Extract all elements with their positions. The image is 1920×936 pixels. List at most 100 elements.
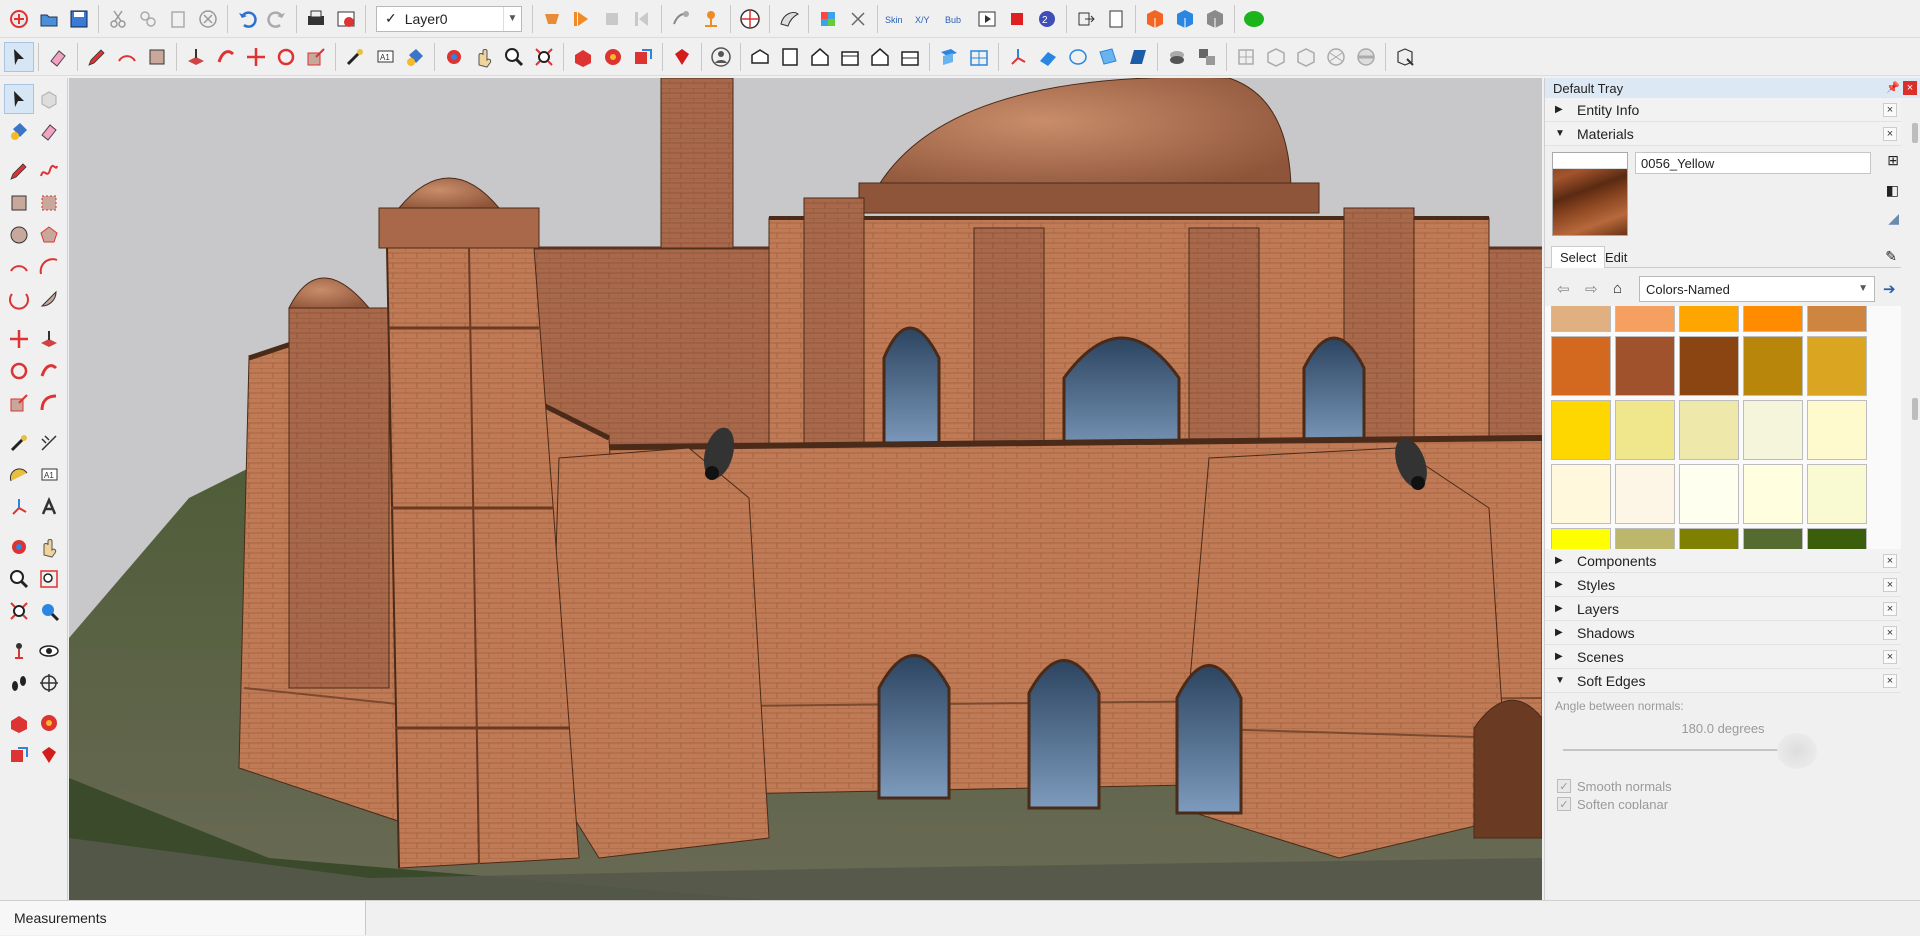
close-panel-icon[interactable]: × [1883, 602, 1897, 616]
back-arrow-icon[interactable]: ⇦ [1557, 280, 1570, 298]
two-point-arc-tool-icon[interactable] [34, 252, 64, 282]
ruby-icon[interactable] [667, 42, 697, 72]
move-icon[interactable] [241, 42, 271, 72]
movie-icon[interactable] [972, 4, 1002, 34]
play-icon[interactable] [567, 4, 597, 34]
shadows-icon[interactable] [1291, 42, 1321, 72]
material-swatch-cell[interactable] [1679, 464, 1739, 524]
tab-edit[interactable]: Edit [1597, 246, 1635, 268]
xray-view-icon[interactable] [1231, 42, 1261, 72]
layer-selector[interactable]: ✓ Layer0 ▼ [376, 5, 522, 32]
pencil-icon[interactable] [82, 42, 112, 72]
green-blob-icon[interactable] [1239, 4, 1269, 34]
model-viewport[interactable] [69, 78, 1542, 900]
scale-tool-icon[interactable] [4, 388, 34, 418]
model-info-icon[interactable] [331, 4, 361, 34]
rotate-icon[interactable] [271, 42, 301, 72]
zoom-icon[interactable] [499, 42, 529, 72]
push-pull-tool-icon[interactable] [34, 324, 64, 354]
line-tool-icon[interactable] [4, 156, 34, 186]
account-icon[interactable] [706, 42, 736, 72]
shaded-icon[interactable] [1123, 42, 1153, 72]
material-swatch-cell[interactable] [1615, 306, 1675, 332]
smooth-normals-checkbox[interactable]: ✓ [1557, 779, 1571, 793]
extension-warehouse-tool-icon[interactable] [34, 708, 64, 738]
arc-icon[interactable] [112, 42, 142, 72]
left-view-icon[interactable] [895, 42, 925, 72]
zoom-window-tool-icon[interactable] [34, 564, 64, 594]
material-swatch-cell[interactable] [1743, 306, 1803, 332]
angle-slider[interactable] [1563, 749, 1783, 751]
tape-measure-tool-icon[interactable] [4, 428, 34, 458]
redo-icon[interactable] [262, 4, 292, 34]
hidden-line-icon[interactable] [1093, 42, 1123, 72]
getting-started-icon[interactable] [4, 4, 34, 34]
push-pull-icon[interactable] [181, 42, 211, 72]
rotated-rectangle-tool-icon[interactable] [34, 188, 64, 218]
protractor-tool-icon[interactable] [4, 460, 34, 490]
material-swatch-cell[interactable] [1807, 464, 1867, 524]
sandbox-icon[interactable] [774, 4, 804, 34]
rotate-tool-icon[interactable] [4, 356, 34, 386]
fog-icon[interactable] [1321, 42, 1351, 72]
iso-view-icon[interactable] [745, 42, 775, 72]
select-icon[interactable] [4, 41, 34, 72]
zoom-extents-tool-icon[interactable] [4, 596, 34, 626]
rectangle-icon[interactable] [142, 42, 172, 72]
material-swatch-cell[interactable] [1615, 336, 1675, 396]
back-edges-icon[interactable] [1261, 42, 1291, 72]
freehand-tool-icon[interactable] [34, 156, 64, 186]
panel-components[interactable]: ▶ Components × [1545, 549, 1901, 573]
material-swatch-cell[interactable] [1615, 400, 1675, 460]
eraser-icon[interactable] [43, 42, 73, 72]
section-plane-icon[interactable] [934, 42, 964, 72]
follow-me-icon[interactable] [211, 42, 241, 72]
sketchup-extension-icon[interactable]: 2 [1032, 4, 1062, 34]
panel-scenes[interactable]: ▶ Scenes × [1545, 645, 1901, 669]
close-panel-icon[interactable]: × [1883, 554, 1897, 568]
eyedropper-icon[interactable]: ✎ [1885, 248, 1897, 265]
orbit-tool-icon[interactable] [4, 532, 34, 562]
create-material-icon[interactable]: ⊞ [1887, 152, 1899, 169]
soften-coplanar-checkbox[interactable]: ✓ [1557, 797, 1571, 811]
follow-me-tool-icon[interactable] [34, 356, 64, 386]
close-tray-icon[interactable]: × [1903, 81, 1917, 95]
collection-dropdown[interactable]: Colors-Named ▼ [1639, 276, 1875, 302]
stop-icon[interactable] [597, 4, 627, 34]
save-icon[interactable] [64, 4, 94, 34]
xray-icon[interactable] [843, 4, 873, 34]
ruby-console-tool-icon[interactable] [34, 740, 64, 770]
extension-icon[interactable] [1390, 42, 1420, 72]
cube-orange-icon[interactable] [1140, 4, 1170, 34]
paint-bucket-tool-icon[interactable] [4, 116, 34, 146]
record-icon[interactable] [1002, 4, 1032, 34]
edge-style-icon[interactable] [1351, 42, 1381, 72]
panel-entity-info[interactable]: ▶ Entity Info × [1545, 98, 1901, 122]
chevron-down-icon[interactable]: ▼ [503, 6, 521, 31]
material-swatch-cell[interactable] [1551, 306, 1611, 332]
close-panel-icon[interactable]: × [1883, 650, 1897, 664]
material-swatch-cell[interactable] [1615, 464, 1675, 524]
slider-handle[interactable] [1777, 733, 1817, 769]
material-swatch-cell[interactable] [1679, 400, 1739, 460]
eraser-tool-icon[interactable] [34, 116, 64, 146]
pan-icon[interactable] [469, 42, 499, 72]
section-plane-tool-icon[interactable] [34, 668, 64, 698]
tray-scrollbar-top[interactable] [1912, 123, 1918, 143]
material-swatch-cell[interactable] [1551, 336, 1611, 396]
previous-view-tool-icon[interactable] [34, 596, 64, 626]
material-swatch-cell[interactable] [1551, 400, 1611, 460]
send-to-layout-tool-icon[interactable] [4, 740, 34, 770]
text-icon[interactable]: A1 [370, 42, 400, 72]
panel-materials[interactable]: ▼ Materials × [1545, 122, 1901, 146]
shift-material-icon[interactable]: ◢ [1888, 210, 1899, 227]
cube-blue-icon[interactable] [1170, 4, 1200, 34]
guides-icon[interactable] [1033, 42, 1063, 72]
axes-icon[interactable] [1003, 42, 1033, 72]
undo-icon[interactable] [232, 4, 262, 34]
panel-soft-edges[interactable]: ▼ Soft Edges × [1545, 669, 1901, 693]
home-icon[interactable]: ⌂ [1613, 280, 1622, 297]
default-material-icon[interactable]: ◧ [1886, 182, 1899, 199]
globe-icon[interactable] [735, 4, 765, 34]
right-view-icon[interactable] [835, 42, 865, 72]
